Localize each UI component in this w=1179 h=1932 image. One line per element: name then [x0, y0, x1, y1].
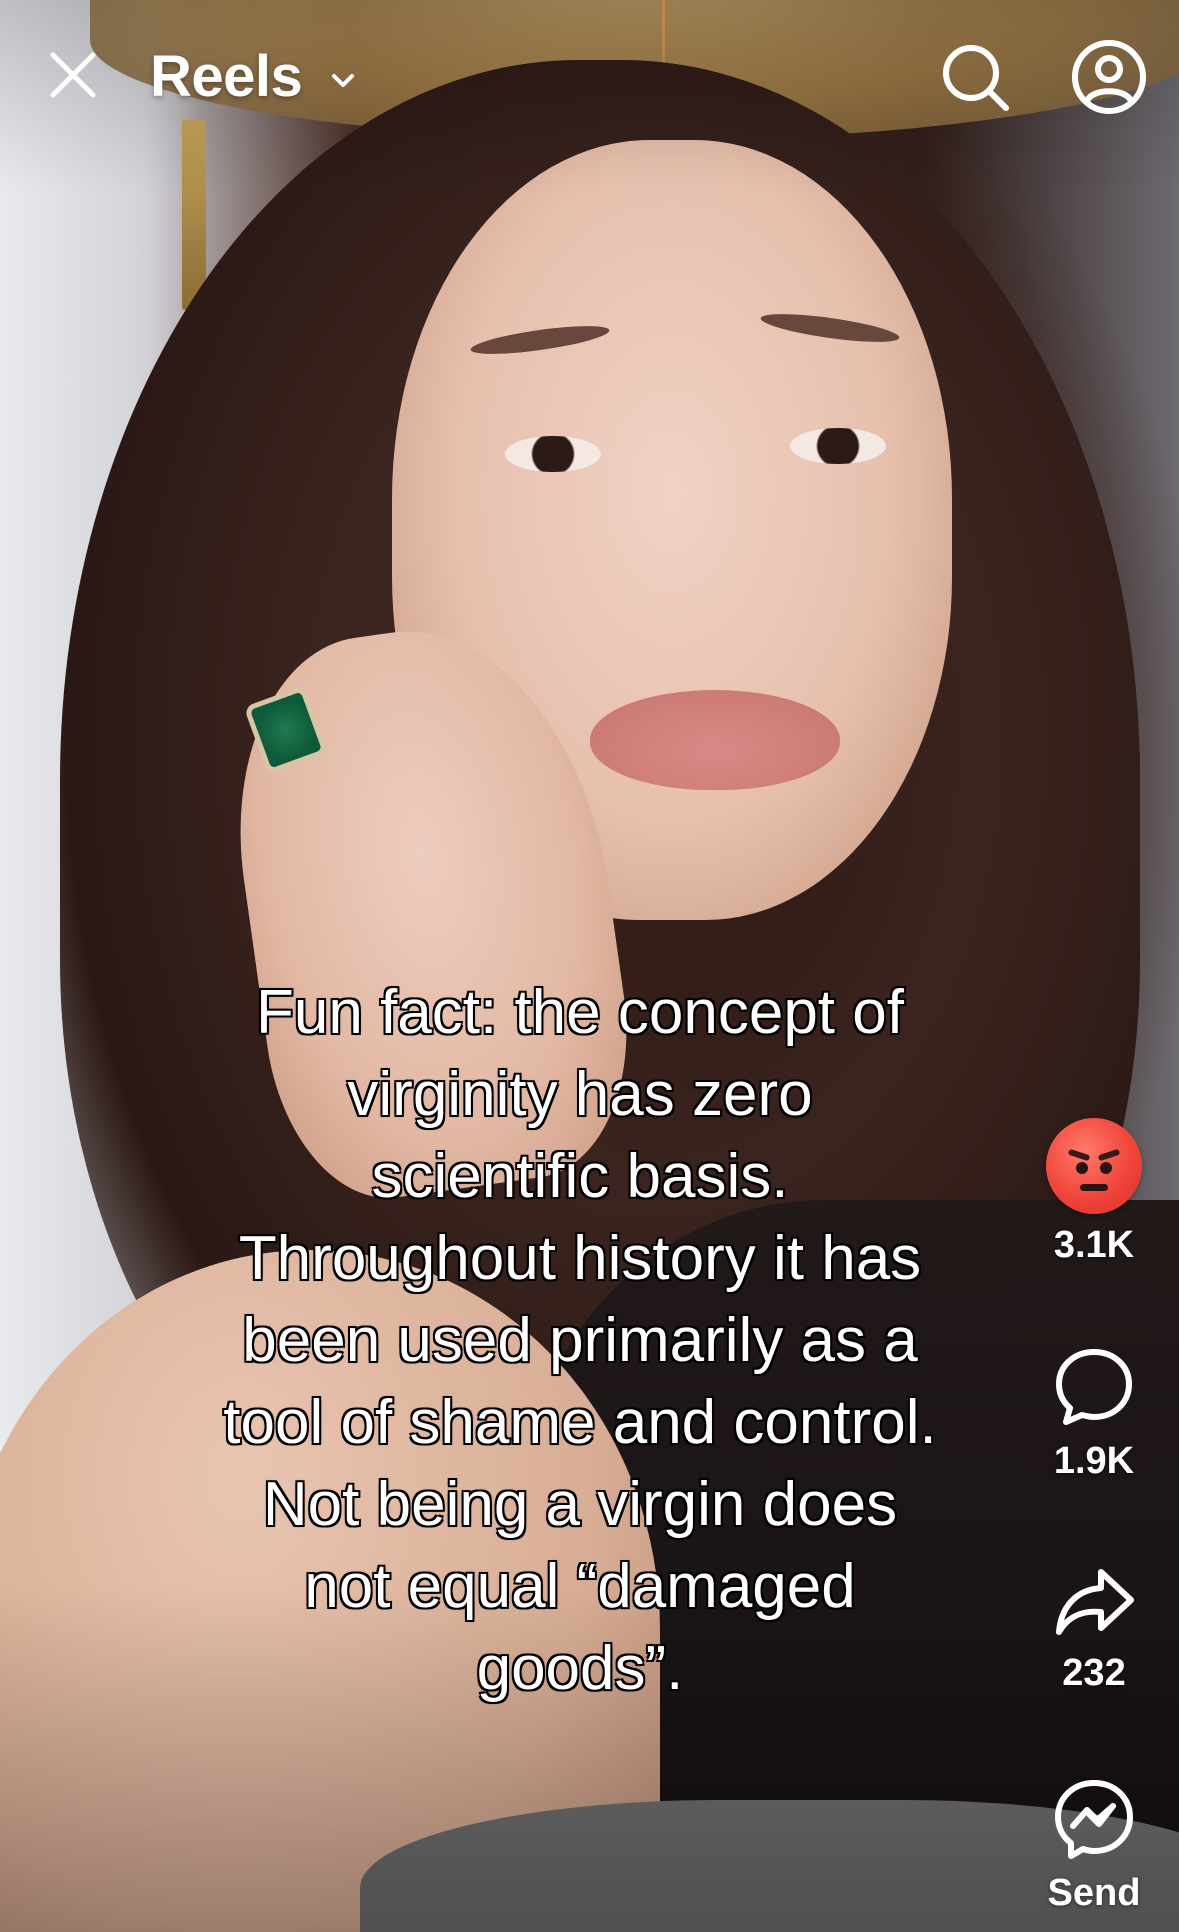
caption-line: Throughout history it has — [238, 1223, 922, 1294]
angry-emoji-icon — [1046, 1118, 1142, 1214]
reels-dropdown[interactable]: Reels — [150, 43, 356, 109]
search-button[interactable] — [938, 40, 1012, 114]
send-button[interactable]: Send — [1024, 1776, 1164, 1915]
comment-button[interactable]: 1.9K — [1024, 1344, 1164, 1483]
video-caption: Fun fact: the concept of virginity has z… — [130, 972, 1030, 1710]
reels-screen: Reels Fun fact: the concept of virginity… — [0, 0, 1179, 1932]
caption-line: virginity has zero — [346, 1059, 813, 1130]
caption-line: been used primarily as a — [241, 1305, 918, 1376]
caption-line: tool of shame and control. — [222, 1387, 937, 1458]
top-bar: Reels — [0, 0, 1179, 150]
send-label: Send — [1047, 1872, 1141, 1914]
share-icon — [1056, 1569, 1134, 1635]
close-button[interactable] — [38, 40, 108, 110]
page-title: Reels — [150, 43, 303, 109]
caption-line: Fun fact: the concept of — [255, 977, 905, 1048]
messenger-icon — [1055, 1780, 1133, 1859]
share-button[interactable]: 232 — [1024, 1562, 1164, 1695]
profile-icon — [1072, 40, 1146, 114]
close-icon — [50, 52, 96, 98]
comment-icon — [1056, 1349, 1132, 1425]
reaction-button[interactable]: 3.1K — [1024, 1118, 1164, 1267]
caption-line: goods”. — [476, 1633, 685, 1704]
reaction-count: 3.1K — [1053, 1224, 1135, 1266]
profile-button[interactable] — [1070, 38, 1148, 116]
caption-line: not equal “damaged — [303, 1551, 857, 1622]
share-count: 232 — [1062, 1652, 1126, 1694]
caption-line: scientific basis. — [371, 1141, 790, 1212]
caption-line: Not being a virgin does — [262, 1469, 898, 1540]
chevron-down-icon — [332, 74, 355, 87]
search-icon — [943, 45, 1009, 111]
comment-count: 1.9K — [1053, 1440, 1135, 1482]
